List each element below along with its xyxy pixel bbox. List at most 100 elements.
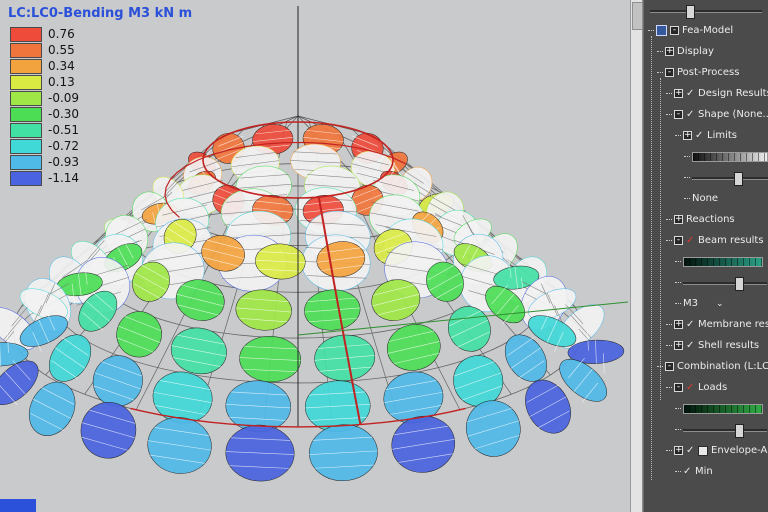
legend-row: 0.55 xyxy=(10,42,79,58)
legend-swatch xyxy=(10,138,42,154)
chevron-down-icon[interactable]: ⌄ xyxy=(716,299,724,309)
tree-connector xyxy=(684,198,690,199)
tree-item-label[interactable]: Envelope-All-... xyxy=(711,445,768,456)
tree-row-gradient xyxy=(644,146,768,167)
tree-item-loads: - ✓ Loads xyxy=(644,377,768,398)
legend-row: -0.30 xyxy=(10,106,80,122)
legend-swatch xyxy=(10,58,42,74)
tree-row-gradient xyxy=(644,251,768,272)
tree-connector xyxy=(666,93,672,94)
tree-connector xyxy=(675,261,681,262)
tree-item-label[interactable]: Loads xyxy=(698,382,727,393)
tree-item-label[interactable]: Min xyxy=(695,466,713,477)
tree-guide-line xyxy=(660,78,661,400)
tree-item-envelope-all: +✓ Envelope-All-... xyxy=(644,440,768,461)
application-window: LC:LC0-Bending M3 kN m 0.76 0.55 0.34 0.13 -… xyxy=(0,0,768,512)
expand-toggle-icon[interactable]: - xyxy=(665,362,674,371)
tree-item-design-results: + ✓ Design Results xyxy=(644,83,768,104)
legend-value: 0.55 xyxy=(48,43,75,57)
slider-handle[interactable] xyxy=(735,276,745,291)
tree-item-label[interactable]: Display xyxy=(677,46,714,57)
legend-row: -0.09 xyxy=(10,90,79,106)
result-legend: 0.76 0.55 0.34 0.13 -0.09 -0.30 -0.51 -0.72 -0.9… xyxy=(10,26,80,187)
tree-item-reactions: + Reactions xyxy=(644,209,768,230)
tree-item-shell-results: + ✓ Shell results xyxy=(644,335,768,356)
checkmark-icon[interactable]: ✓ xyxy=(683,466,693,477)
vertical-scrollbar[interactable] xyxy=(630,0,643,512)
tree-item-label[interactable]: Membrane resul... xyxy=(698,319,768,330)
expand-toggle-icon[interactable]: - xyxy=(674,236,683,245)
gradient-bar-loads xyxy=(683,403,763,414)
range-slider[interactable] xyxy=(692,170,768,186)
tree-item-label[interactable]: Design Results xyxy=(698,88,768,99)
tree-item-label[interactable]: Post-Process xyxy=(677,67,739,78)
legend-value: 0.76 xyxy=(48,27,75,41)
slider-handle[interactable] xyxy=(735,423,745,438)
tree-item-shape-none: - ✓ Shape (None... xyxy=(644,104,768,125)
tree-item-label[interactable]: Shell results xyxy=(698,340,759,351)
expand-toggle-icon[interactable]: + xyxy=(674,446,683,455)
dome-model xyxy=(0,6,629,482)
tree-item-membrane-resul: +✓Membrane resul... xyxy=(644,314,768,335)
legend-swatch xyxy=(10,170,42,186)
tree-row-slider xyxy=(644,272,768,293)
expand-toggle-icon[interactable]: - xyxy=(674,383,683,392)
legend-row: 0.76 xyxy=(10,26,79,42)
legend-row: 0.34 xyxy=(10,58,79,74)
checkmark-icon[interactable]: ✓ xyxy=(686,319,696,330)
dropdown-value[interactable]: M3 xyxy=(683,298,698,309)
expand-toggle-icon[interactable]: + xyxy=(674,320,683,329)
scrollbar-thumb[interactable] xyxy=(632,2,643,30)
model-tree: - Fea-Model + Display - Post-Process + ✓ Design … xyxy=(644,20,768,482)
legend-value: -0.30 xyxy=(48,107,80,121)
tree-guide-line xyxy=(651,36,652,480)
legend-row: -0.93 xyxy=(10,154,79,170)
tree-connector xyxy=(666,114,672,115)
slider-handle[interactable] xyxy=(733,171,743,186)
tree-item-label[interactable]: Beam results xyxy=(698,235,764,246)
tree-item-none: None xyxy=(644,188,768,209)
legend-row: -1.14 xyxy=(10,170,79,186)
expand-toggle-icon[interactable]: - xyxy=(674,110,683,119)
component-dropdown: M3 ⌄ xyxy=(644,293,768,314)
expand-toggle-icon[interactable]: + xyxy=(674,341,683,350)
range-slider[interactable] xyxy=(683,422,767,438)
range-slider[interactable] xyxy=(683,275,767,291)
viewport-3d[interactable]: LC:LC0-Bending M3 kN m 0.76 0.55 0.34 0.13 -… xyxy=(0,0,630,512)
expand-toggle-icon[interactable]: + xyxy=(674,215,683,224)
tree-item-label[interactable]: None xyxy=(692,193,718,204)
legend-swatch xyxy=(10,154,42,170)
tree-item-label[interactable]: Limits xyxy=(707,130,737,141)
checkmark-icon[interactable]: ✓ xyxy=(686,109,696,120)
gradient-bar-ticks xyxy=(684,257,762,266)
checkmark-icon[interactable]: ✓ xyxy=(695,130,705,141)
tree-item-label[interactable]: Fea-Model xyxy=(682,25,733,36)
expand-toggle-icon[interactable]: - xyxy=(670,26,679,35)
tree-item-beam-results: - ✓ Beam results xyxy=(644,230,768,251)
slider-track xyxy=(683,428,767,432)
panel-top-slider[interactable] xyxy=(650,3,762,19)
checkbox[interactable] xyxy=(698,445,708,456)
tree-item-label[interactable]: Combination (L:LC0) xyxy=(677,361,768,372)
checkmark-icon[interactable]: ✓ xyxy=(686,382,696,393)
tree-connector xyxy=(684,177,690,178)
checkmark-icon[interactable]: ✓ xyxy=(686,340,696,351)
tree-connector xyxy=(675,303,681,304)
tree-item-min: ✓ Min xyxy=(644,461,768,482)
expand-toggle-icon[interactable]: - xyxy=(665,68,674,77)
tree-connector xyxy=(675,135,681,136)
checkmark-icon[interactable]: ✓ xyxy=(686,235,696,246)
tree-row-slider xyxy=(644,167,768,188)
expand-toggle-icon[interactable]: + xyxy=(665,47,674,56)
tree-item-combination-l-lc0: -Combination (L:LC0) xyxy=(644,356,768,377)
checkmark-icon[interactable]: ✓ xyxy=(686,445,696,456)
expand-toggle-icon[interactable]: + xyxy=(674,89,683,98)
tree-item-label[interactable]: Reactions xyxy=(686,214,735,225)
tree-item-label[interactable]: Shape (None... xyxy=(698,109,768,120)
checkmark-icon[interactable]: ✓ xyxy=(686,88,696,99)
legend-row: -0.51 xyxy=(10,122,80,138)
tree-connector xyxy=(666,324,672,325)
expand-toggle-icon[interactable]: + xyxy=(683,131,692,140)
slider-handle[interactable] xyxy=(685,5,695,19)
legend-value: -0.51 xyxy=(48,123,80,137)
